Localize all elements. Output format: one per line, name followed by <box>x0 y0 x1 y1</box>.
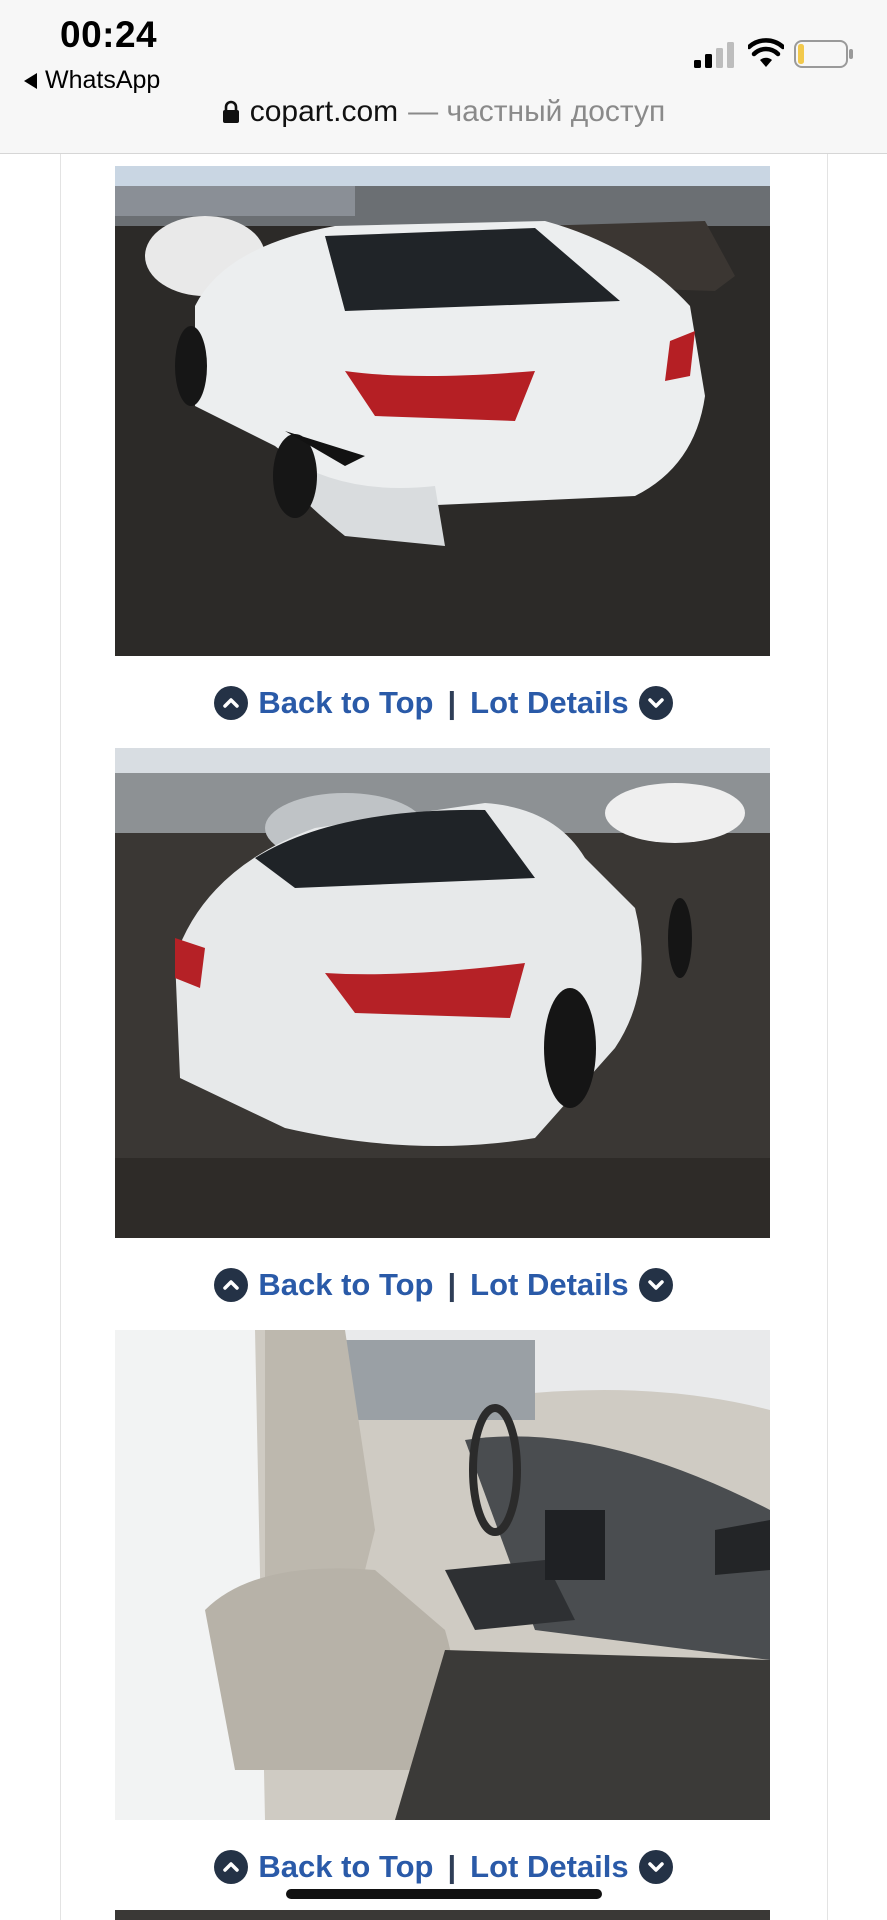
clock: 00:24 <box>60 14 158 55</box>
chevron-up-icon[interactable] <box>214 1268 249 1302</box>
vehicle-photo[interactable] <box>115 166 770 656</box>
cellular-signal-icon <box>694 42 734 68</box>
back-to-top-link[interactable]: Back to Top <box>258 685 433 721</box>
vehicle-photo[interactable] <box>115 1330 770 1820</box>
url-domain: copart.com <box>249 95 399 128</box>
private-access-note: — частный доступ <box>408 95 666 128</box>
lot-details-link[interactable]: Lot Details <box>470 1849 628 1885</box>
car-rear-right-photo-icon <box>115 166 770 656</box>
wifi-icon <box>748 38 784 67</box>
vehicle-photo-partial <box>115 1910 770 1920</box>
chevron-down-icon[interactable] <box>638 1268 673 1302</box>
car-rear-left-photo-icon <box>115 748 770 1238</box>
lot-details-link[interactable]: Lot Details <box>470 685 628 721</box>
lot-details-link[interactable]: Lot Details <box>470 1267 628 1303</box>
chevron-up-icon[interactable] <box>214 1850 249 1884</box>
nav-separator: | <box>447 1849 457 1884</box>
status-bar: 00:24 WhatsApp copart.com — частный дост… <box>0 0 887 154</box>
photo-nav-row: Back to Top | Lot Details <box>0 1845 887 1889</box>
chevron-down-icon[interactable] <box>638 1850 673 1884</box>
back-to-app-button[interactable]: WhatsApp <box>24 66 160 95</box>
photo-nav-row: Back to Top | Lot Details <box>0 1263 887 1307</box>
car-interior-photo-icon <box>115 1330 770 1820</box>
vehicle-photo[interactable] <box>115 748 770 1238</box>
battery-icon <box>794 40 853 68</box>
back-app-label: WhatsApp <box>45 66 161 94</box>
photo-nav-row: Back to Top | Lot Details <box>0 681 887 725</box>
chevron-up-icon[interactable] <box>214 686 249 720</box>
back-to-top-link[interactable]: Back to Top <box>258 1267 433 1303</box>
home-indicator[interactable] <box>286 1889 602 1899</box>
chevron-down-icon[interactable] <box>638 686 673 720</box>
back-to-top-link[interactable]: Back to Top <box>258 1849 433 1885</box>
back-arrow-icon <box>24 72 37 89</box>
nav-separator: | <box>447 1267 457 1302</box>
nav-separator: | <box>447 685 457 720</box>
lock-icon <box>222 100 239 123</box>
address-bar[interactable]: copart.com — частный доступ <box>0 92 887 132</box>
